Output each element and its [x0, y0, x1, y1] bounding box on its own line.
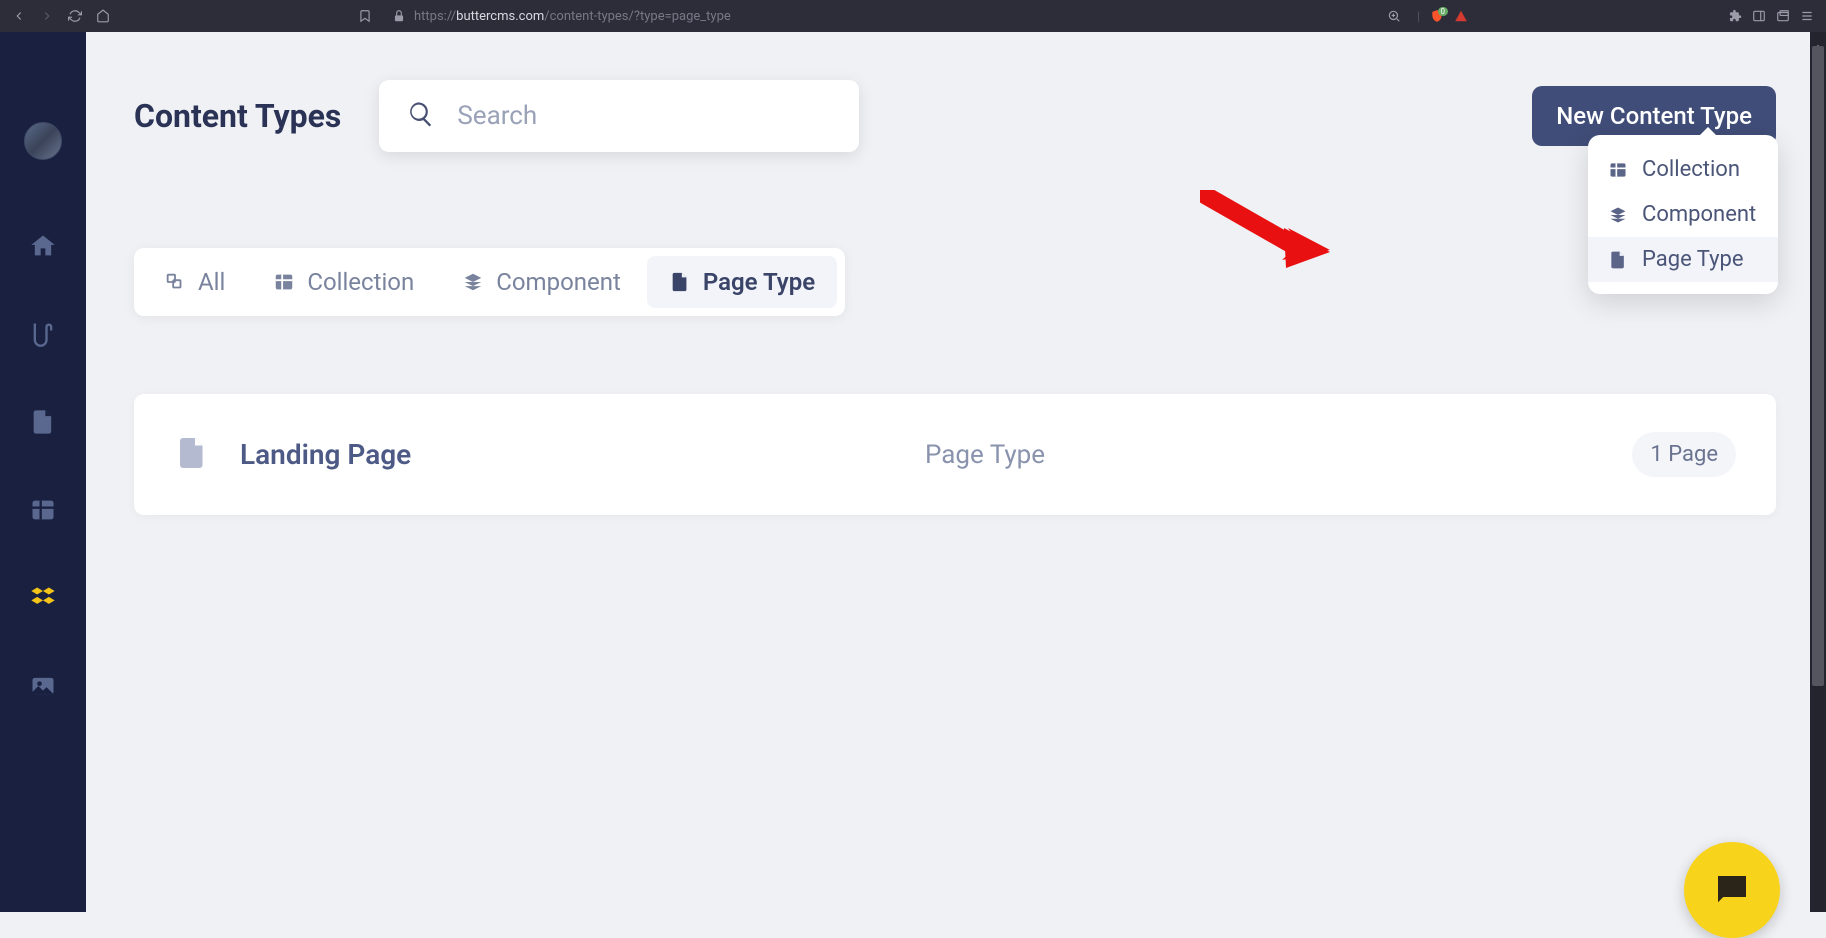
dropdown-item-page-type[interactable]: Page Type	[1588, 237, 1778, 282]
zoom-icon[interactable]	[1387, 9, 1401, 23]
chat-widget[interactable]	[1684, 842, 1780, 938]
filter-tab-component[interactable]: Component	[440, 256, 643, 308]
dropdown-label: Component	[1642, 202, 1756, 227]
extensions-icon[interactable]	[1728, 9, 1742, 23]
content-type-kind: Page Type	[925, 440, 1045, 470]
sidebar-media-icon[interactable]	[29, 672, 57, 704]
dropdown-item-collection[interactable]: Collection	[1588, 147, 1778, 192]
filter-tabs: All Collection Component Page Type	[134, 248, 845, 316]
bookmark-icon[interactable]	[358, 9, 372, 23]
filter-tab-all[interactable]: All	[142, 256, 247, 308]
sidebar-pages-icon[interactable]	[29, 408, 57, 440]
avatar[interactable]	[24, 122, 62, 160]
page-title: Content Types	[134, 97, 341, 135]
filter-label: Page Type	[703, 268, 815, 296]
search-input[interactable]	[457, 101, 831, 131]
content-type-row[interactable]: Landing Page Page Type 1 Page	[134, 394, 1776, 515]
dropdown-item-component[interactable]: Component	[1588, 192, 1778, 237]
menu-icon[interactable]	[1800, 9, 1814, 23]
new-content-type-dropdown: Collection Component Page Type	[1588, 135, 1778, 294]
brave-triangle-icon[interactable]	[1454, 9, 1468, 23]
vertical-scrollbar[interactable]	[1810, 32, 1826, 912]
scrollbar-thumb[interactable]	[1812, 46, 1824, 686]
page-count-badge: 1 Page	[1632, 432, 1736, 477]
brave-shield-icon[interactable]: 0	[1430, 9, 1444, 23]
back-button[interactable]	[12, 9, 26, 23]
reload-button[interactable]	[68, 9, 82, 23]
filter-label: All	[198, 268, 225, 296]
sidebar-collections-icon[interactable]	[29, 496, 57, 528]
dropdown-label: Page Type	[1642, 247, 1744, 272]
dropdown-label: Collection	[1642, 157, 1740, 182]
main-content: Content Types New Content Type All Colle…	[86, 32, 1826, 912]
panel-icon[interactable]	[1752, 9, 1766, 23]
content-type-name: Landing Page	[240, 438, 411, 471]
wallet-icon[interactable]	[1776, 9, 1790, 23]
filter-label: Component	[496, 268, 621, 296]
filter-tab-page-type[interactable]: Page Type	[647, 256, 837, 308]
search-box[interactable]	[379, 80, 859, 152]
sidebar-blog-icon[interactable]	[29, 320, 57, 352]
home-button[interactable]	[96, 9, 110, 23]
page-icon	[174, 435, 210, 475]
forward-button[interactable]	[40, 9, 54, 23]
filter-tab-collection[interactable]: Collection	[251, 256, 436, 308]
app-sidebar	[0, 32, 86, 912]
browser-toolbar: https://buttercms.com/content-types/?typ…	[0, 0, 1826, 32]
filter-label: Collection	[307, 268, 414, 296]
sidebar-home-icon[interactable]	[29, 232, 57, 264]
url-bar[interactable]: https://buttercms.com/content-types/?typ…	[414, 9, 731, 24]
sidebar-content-types-icon[interactable]	[29, 584, 57, 616]
search-icon	[407, 100, 435, 132]
lock-icon	[392, 9, 406, 23]
